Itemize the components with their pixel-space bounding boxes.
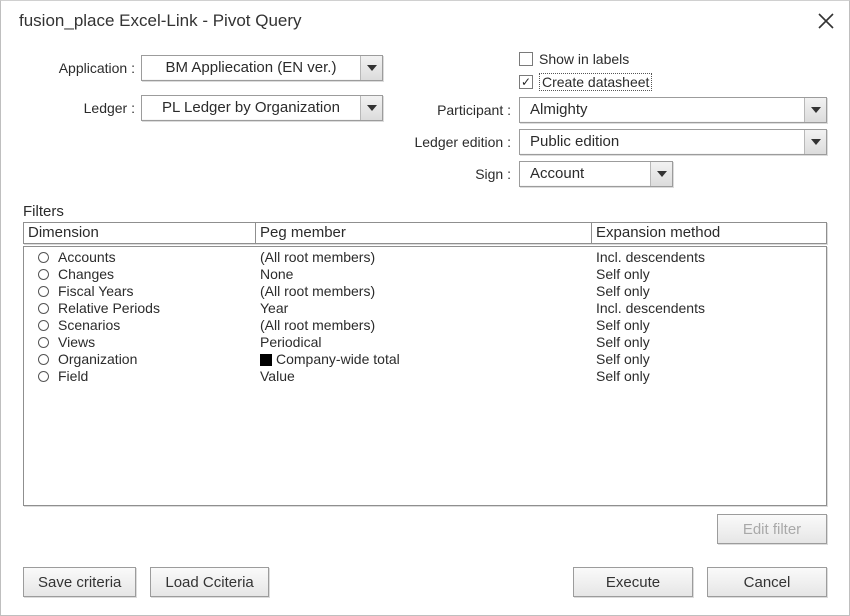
ledger-combo[interactable]: PL Ledger by Organization (141, 95, 383, 121)
peg-cell: Periodical (260, 334, 596, 351)
sign-combo[interactable]: Account (519, 161, 673, 187)
radio-icon[interactable] (38, 252, 49, 263)
top-area: Application : BM Appliecation (EN ver.) … (1, 51, 849, 193)
application-label: Application : (1, 60, 141, 76)
table-row[interactable]: FieldValueSelf only (24, 368, 826, 385)
col-peg-member[interactable]: Peg member (256, 223, 592, 243)
save-criteria-button[interactable]: Save criteria (23, 567, 136, 597)
cancel-button[interactable]: Cancel (707, 567, 827, 597)
black-square-icon (260, 354, 272, 366)
participant-combo[interactable]: Almighty (519, 97, 827, 123)
expansion-cell: Self only (596, 317, 822, 334)
titlebar: fusion_place Excel-Link - Pivot Query (1, 1, 849, 39)
window-title: fusion_place Excel-Link - Pivot Query (19, 11, 817, 31)
table-row[interactable]: ChangesNoneSelf only (24, 266, 826, 283)
radio-icon[interactable] (38, 320, 49, 331)
left-column: Application : BM Appliecation (EN ver.) … (1, 51, 396, 193)
table-row[interactable]: Accounts(All root members)Incl. descende… (24, 249, 826, 266)
peg-cell: (All root members) (260, 317, 596, 334)
execute-button[interactable]: Execute (573, 567, 693, 597)
expansion-cell: Self only (596, 368, 822, 385)
radio-icon[interactable] (38, 337, 49, 348)
ledger-edition-value: Public edition (520, 130, 804, 154)
peg-cell: (All root members) (260, 249, 596, 266)
show-in-labels-checkbox[interactable]: Show in labels (519, 51, 629, 67)
peg-cell: (All root members) (260, 283, 596, 300)
radio-icon[interactable] (38, 371, 49, 382)
radio-icon[interactable] (38, 354, 49, 365)
participant-value: Almighty (520, 98, 804, 122)
checkbox-icon (519, 75, 533, 89)
bottom-bar: Save criteria Load Cciteria Execute Canc… (23, 567, 827, 597)
table-row[interactable]: Relative PeriodsYearIncl. descendents (24, 300, 826, 317)
chevron-down-icon[interactable] (360, 56, 382, 80)
application-combo[interactable]: BM Appliecation (EN ver.) (141, 55, 383, 81)
expansion-cell: Self only (596, 283, 822, 300)
peg-cell: Year (260, 300, 596, 317)
ledger-edition-combo[interactable]: Public edition (519, 129, 827, 155)
expansion-cell: Incl. descendents (596, 300, 822, 317)
expansion-cell: Self only (596, 334, 822, 351)
checkbox-icon (519, 52, 533, 66)
table-row[interactable]: OrganizationCompany-wide totalSelf only (24, 351, 826, 368)
sign-value: Account (520, 162, 650, 186)
dimension-cell: Field (58, 368, 260, 385)
table-row[interactable]: ViewsPeriodicalSelf only (24, 334, 826, 351)
dimension-cell: Organization (58, 351, 260, 368)
expansion-cell: Incl. descendents (596, 249, 822, 266)
sign-label: Sign : (396, 166, 519, 182)
expansion-cell: Self only (596, 351, 822, 368)
dimension-cell: Relative Periods (58, 300, 260, 317)
create-datasheet-checkbox[interactable]: Create datasheet (519, 73, 652, 91)
peg-cell: Value (260, 368, 596, 385)
table-row[interactable]: Fiscal Years(All root members)Self only (24, 283, 826, 300)
close-icon[interactable] (817, 12, 835, 30)
chevron-down-icon[interactable] (804, 98, 826, 122)
table-row[interactable]: Scenarios(All root members)Self only (24, 317, 826, 334)
edit-filter-button[interactable]: Edit filter (717, 514, 827, 544)
dimension-cell: Changes (58, 266, 260, 283)
dimension-cell: Fiscal Years (58, 283, 260, 300)
right-column: Show in labels Create datasheet Particip… (396, 51, 849, 193)
dimension-cell: Accounts (58, 249, 260, 266)
radio-icon[interactable] (38, 303, 49, 314)
dimension-cell: Views (58, 334, 260, 351)
col-dimension[interactable]: Dimension (24, 223, 256, 243)
application-value: BM Appliecation (EN ver.) (142, 56, 360, 80)
radio-icon[interactable] (38, 286, 49, 297)
ledger-edition-label: Ledger edition : (396, 134, 519, 150)
filters-label: Filters (23, 203, 849, 220)
ledger-label: Ledger : (1, 100, 141, 116)
filters-grid[interactable]: Accounts(All root members)Incl. descende… (23, 246, 827, 506)
peg-cell: Company-wide total (260, 351, 596, 368)
participant-label: Participant : (396, 102, 519, 118)
radio-icon[interactable] (38, 269, 49, 280)
dimension-cell: Scenarios (58, 317, 260, 334)
col-expansion-method[interactable]: Expansion method (592, 223, 826, 243)
load-criteria-button[interactable]: Load Cciteria (150, 567, 268, 597)
chevron-down-icon[interactable] (360, 96, 382, 120)
filters-header: Dimension Peg member Expansion method (23, 222, 827, 244)
chevron-down-icon[interactable] (804, 130, 826, 154)
ledger-value: PL Ledger by Organization (142, 96, 360, 120)
peg-cell: None (260, 266, 596, 283)
expansion-cell: Self only (596, 266, 822, 283)
chevron-down-icon[interactable] (650, 162, 672, 186)
